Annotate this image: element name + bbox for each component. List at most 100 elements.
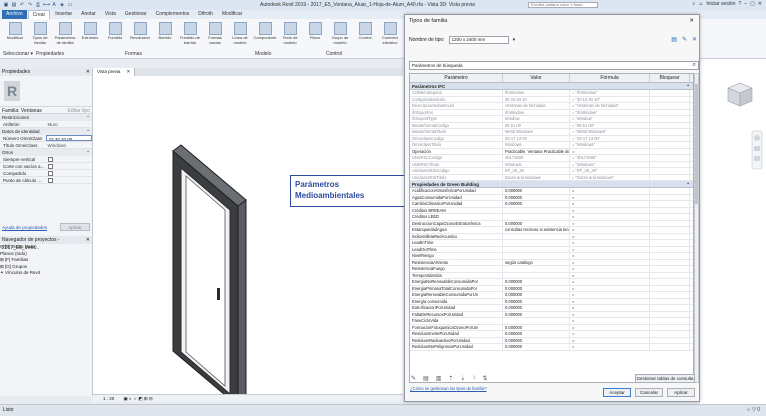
collapse-icon[interactable]: ⌃ — [686, 181, 690, 187]
print-icon[interactable]: ⎙ — [35, 2, 41, 8]
section-ifc[interactable]: Parámetros IFC ⌃ — [410, 83, 693, 90]
lock-cell[interactable] — [650, 324, 690, 330]
value-cell[interactable]: Windows — [503, 161, 570, 167]
omniclass-number-field[interactable]: 23.30.20.00 — [45, 135, 92, 141]
prop-row[interactable]: Anfitrión Muro — [0, 121, 92, 128]
lock-cell[interactable] — [650, 246, 690, 252]
lock-cell[interactable] — [650, 279, 690, 285]
tab-vista[interactable]: Vista — [101, 10, 120, 19]
formula-cell[interactable]: = — [570, 279, 650, 285]
value-cell[interactable]: 30.10.20.10 — [503, 96, 570, 102]
value-cell[interactable]: 0.000000 — [503, 324, 570, 330]
collapse-icon[interactable]: ⌃ — [86, 114, 90, 121]
value-cell[interactable] — [503, 246, 570, 252]
lock-cell[interactable] — [650, 331, 690, 337]
lock-cell[interactable] — [650, 227, 690, 233]
value-cell[interactable]: según catálogo — [503, 259, 570, 265]
rename-type-icon[interactable]: ✎ — [682, 36, 687, 43]
formula-cell[interactable]: = — [570, 253, 650, 259]
value-cell[interactable] — [503, 207, 570, 213]
delete-parameter-icon[interactable]: ▥ — [436, 375, 442, 382]
help-search-input[interactable]: Escriba palabra clave o frase — [528, 2, 598, 8]
formula-cell[interactable]: = — [570, 188, 650, 194]
move-down-icon[interactable]: ⇣ — [460, 375, 465, 382]
lock-cell[interactable] — [650, 240, 690, 246]
close-icon[interactable]: ✕ — [126, 68, 130, 76]
sort-asc-icon[interactable]: ↕ — [472, 375, 475, 382]
formula-cell[interactable]: = — [570, 266, 650, 272]
lock-cell[interactable] — [650, 194, 690, 200]
section-datos-identidad[interactable]: Datos de identidad ⌃ — [0, 128, 92, 135]
3d-icon[interactable]: ◈ — [59, 2, 65, 8]
lock-cell[interactable] — [650, 201, 690, 207]
formula-cell[interactable]: = — [570, 331, 650, 337]
value-cell[interactable] — [503, 214, 570, 220]
formula-cell[interactable]: = — [570, 214, 650, 220]
lock-cell[interactable] — [650, 109, 690, 115]
section-otros[interactable]: Otros ⌃ — [0, 149, 92, 156]
value-cell[interactable] — [503, 318, 570, 324]
formula-cell[interactable]: = — [570, 246, 650, 252]
grid-scrollbar[interactable] — [694, 73, 699, 383]
user-icon[interactable]: ☺ — [698, 1, 703, 7]
save-icon[interactable]: ▤ — [11, 2, 17, 8]
formula-cell[interactable]: = — [570, 318, 650, 324]
ribbon-tool-6[interactable]: Barrido — [154, 22, 176, 50]
lock-cell[interactable] — [650, 122, 690, 128]
lock-cell[interactable] — [650, 135, 690, 141]
prop-row[interactable]: Punto de cálculo ... — [0, 177, 92, 184]
formula-cell[interactable]: = "IfcWindow" — [570, 109, 650, 115]
chevron-down-icon[interactable]: ▾ — [513, 37, 516, 43]
value-cell[interactable]: IfcWindow — [503, 109, 570, 115]
section-restricciones[interactable]: Restricciones ⌃ — [0, 114, 92, 121]
lock-cell[interactable] — [650, 259, 690, 265]
ribbon-tool-9[interactable]: Línea de modelo — [229, 22, 251, 50]
dialog-help-link[interactable]: ¿Cómo se gestionan los tipos de familia? — [410, 386, 500, 391]
scrollbar-thumb[interactable] — [695, 84, 698, 204]
ribbon-tool-13[interactable]: Grupo de modelo — [329, 22, 351, 50]
ribbon-tool-1[interactable]: Tipos de familia — [29, 22, 51, 50]
value-cell[interactable] — [503, 233, 570, 239]
tab-insertar[interactable]: Insertar — [51, 10, 76, 19]
sort-desc-icon[interactable]: ⇅ — [482, 375, 487, 382]
lock-cell[interactable] — [650, 292, 690, 298]
section-icon[interactable]: ▭ — [67, 2, 73, 8]
formula-cell[interactable]: = "30.10.20.10" — [570, 96, 650, 102]
prop-row[interactable]: Título OmniClass Windows — [0, 142, 92, 149]
close-icon[interactable]: ✕ — [86, 236, 90, 244]
value-cell[interactable]: Windows — [503, 142, 570, 148]
formula-cell[interactable]: = — [570, 292, 650, 298]
ribbon-tool-2[interactable]: Parámetros de familia — [54, 22, 76, 50]
formula-cell[interactable]: = — [570, 227, 650, 233]
formula-cell[interactable]: = — [570, 233, 650, 239]
redo-icon[interactable]: ↷ — [27, 2, 33, 8]
apply-button[interactable]: Aplicar — [667, 388, 695, 397]
status-right[interactable]: ⊹ ▽ 0 — [746, 405, 760, 416]
value-cell[interactable] — [503, 240, 570, 246]
view-controls-icons[interactable]: ▣ ◐ ☼ ◩ ⊞ ⊟ — [124, 396, 153, 401]
formula-cell[interactable]: = "Metal Windows" — [570, 129, 650, 135]
formula-cell[interactable]: = — [570, 194, 650, 200]
tab-gestionar[interactable]: Gestionar — [121, 10, 151, 19]
ok-button[interactable]: Aceptar — [603, 388, 631, 397]
lock-cell[interactable] — [650, 214, 690, 220]
ribbon-tool-10[interactable]: Componente — [254, 22, 276, 50]
lock-cell[interactable] — [650, 174, 690, 180]
value-cell[interactable]: 0.000000 — [503, 279, 570, 285]
calc-point-checkbox[interactable] — [47, 178, 53, 183]
collapse-icon[interactable]: ⌃ — [86, 149, 90, 156]
value-cell[interactable]: Metal Windows — [503, 129, 570, 135]
new-parameter-icon[interactable]: ▤ — [423, 375, 429, 382]
lock-cell[interactable] — [650, 305, 690, 311]
measure-icon[interactable]: ⟷ — [43, 2, 50, 8]
undo-icon[interactable]: ↶ — [19, 2, 25, 8]
value-cell[interactable]: 0.000000 — [503, 194, 570, 200]
open-icon[interactable]: ▣ — [3, 2, 9, 8]
cut-with-voids-checkbox[interactable] — [47, 164, 53, 169]
col-parameter[interactable]: Parámetro — [410, 74, 503, 82]
prop-row[interactable]: Número OmniClass 23.30.20.00 — [0, 135, 92, 142]
shared-checkbox[interactable] — [47, 171, 53, 176]
value-cell[interactable]: 0.000000 — [503, 331, 570, 337]
value-cell[interactable]: 0.000000 — [503, 220, 570, 226]
ribbon-tool-4[interactable]: Fundido — [104, 22, 126, 50]
